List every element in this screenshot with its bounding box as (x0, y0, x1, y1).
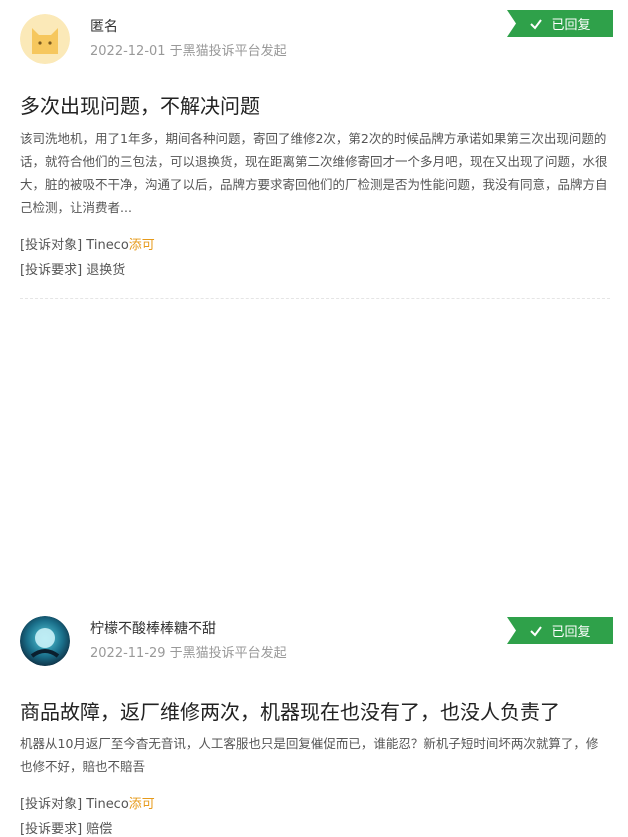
target-label: [投诉对象] (20, 797, 83, 812)
avatar[interactable] (20, 14, 70, 64)
moon-avatar-icon (20, 616, 70, 666)
request-value: 退换货 (86, 263, 126, 278)
user-name[interactable]: 匿名 (90, 16, 118, 36)
target-label: [投诉对象] (20, 238, 83, 253)
post-meta: 2022-12-01 于黑猫投诉平台发起 (90, 44, 287, 59)
complaint-card[interactable]: 柠檬不酸棒棒糖不甜 2022-11-29 于黑猫投诉平台发起 已回复 商品故障，… (0, 298, 628, 837)
complaint-title[interactable]: 多次出现问题，不解决问题 (20, 90, 260, 119)
avatar[interactable] (20, 616, 70, 666)
cat-avatar-icon (20, 14, 70, 64)
complaint-card[interactable]: 匿名 2022-12-01 于黑猫投诉平台发起 已回复 多次出现问题，不解决问题… (0, 0, 628, 298)
complaint-body: 该司洗地机，用了1年多，期间各种问题，寄回了维修2次，第2次的时候品牌方承诺如果… (20, 131, 608, 215)
target-value[interactable]: Tineco添可 (86, 797, 155, 812)
request-value: 赔偿 (86, 822, 113, 837)
complaint-target: [投诉对象] Tineco添可 (20, 793, 155, 812)
complaint-feed: 匿名 2022-12-01 于黑猫投诉平台发起 已回复 多次出现问题，不解决问题… (0, 0, 628, 837)
complaint-request: [投诉要求] 退换货 (20, 259, 125, 278)
request-label: [投诉要求] (20, 822, 83, 837)
complaint-request: [投诉要求] 赔偿 (20, 818, 112, 837)
post-meta: 2022-11-29 于黑猫投诉平台发起 (90, 646, 287, 661)
user-name[interactable]: 柠檬不酸棒棒糖不甜 (90, 618, 216, 638)
complaint-title[interactable]: 商品故障，返厂维修两次，机器现在也没有了，也没人负责了 (20, 696, 560, 725)
complaint-target: [投诉对象] Tineco添可 (20, 234, 155, 253)
complaint-body: 机器从10月返厂至今杳无音讯，人工客服也只是回复催促而已，谁能忍？新机子短时间坏… (20, 736, 599, 774)
status-text: 已回复 (551, 625, 591, 640)
status-text: 已回复 (551, 18, 591, 33)
check-icon (530, 18, 543, 30)
target-value[interactable]: Tineco添可 (86, 238, 155, 253)
status-badge: 已回复 (507, 617, 613, 644)
request-label: [投诉要求] (20, 263, 83, 278)
check-icon (530, 625, 543, 637)
status-badge: 已回复 (507, 10, 613, 37)
